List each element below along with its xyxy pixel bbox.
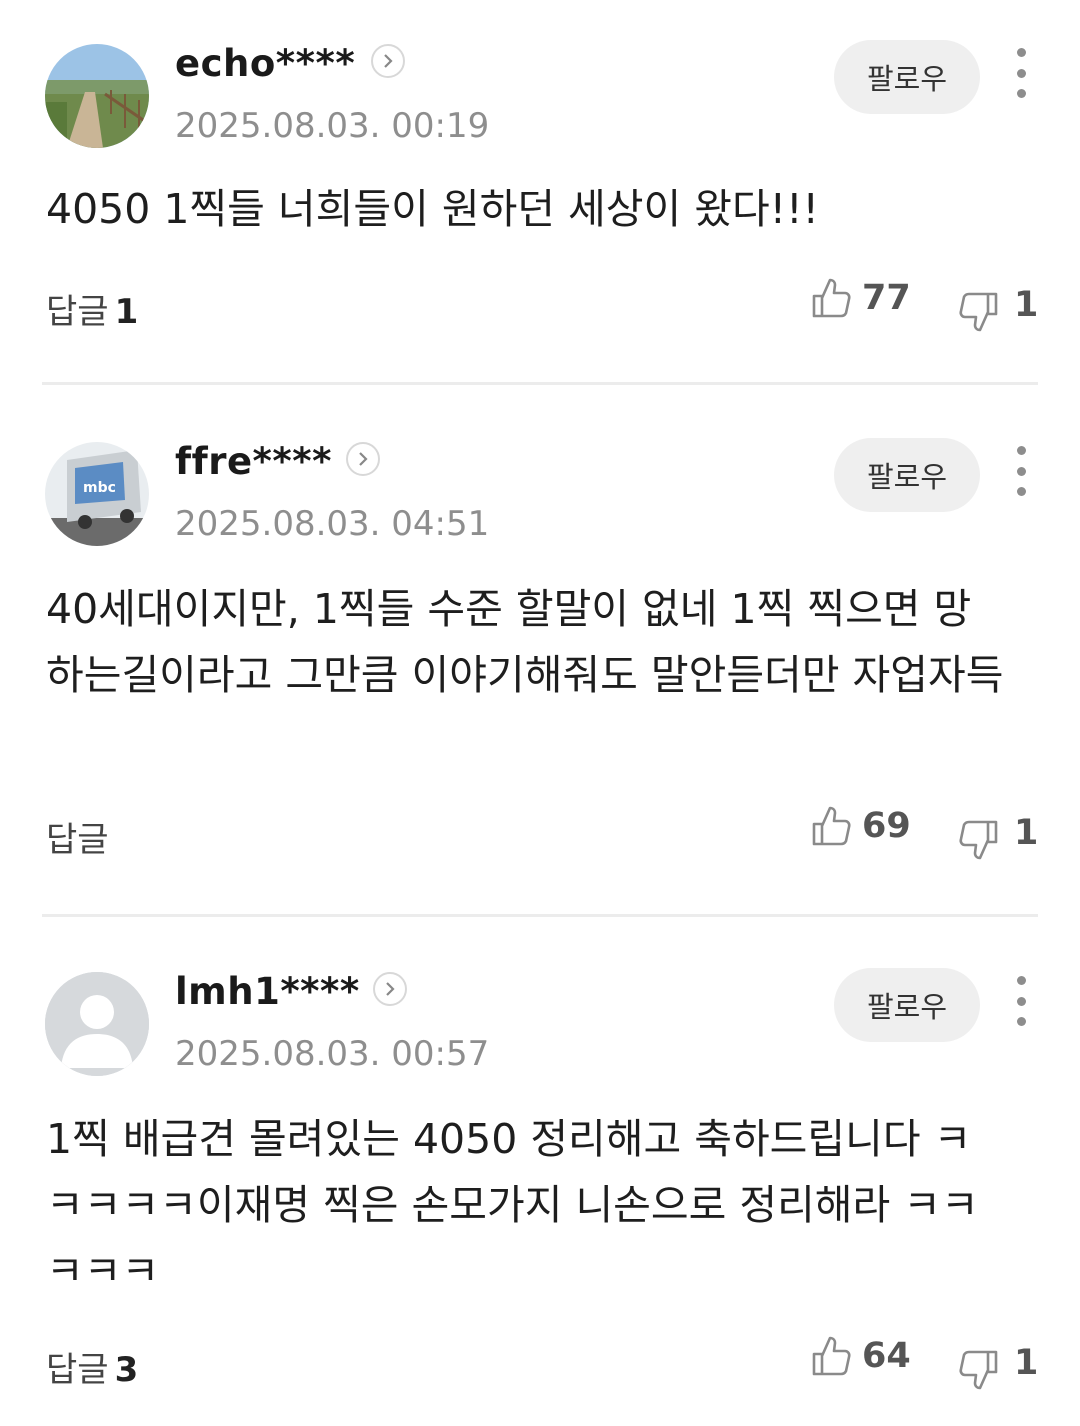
dislike-button[interactable]: 1 <box>958 804 1038 862</box>
reply-count: 1 <box>114 292 139 332</box>
username[interactable]: ffre**** <box>175 440 332 483</box>
default-profile-icon <box>45 972 149 1076</box>
comment-text: 4050 1찍들 너희들이 원하던 세상이 왔다!!! <box>46 185 819 233</box>
like-count: 69 <box>862 806 911 846</box>
comment-item: echo**** 2025.08.03. 00:19 팔로우 4050 1찍들 … <box>0 0 1080 398</box>
like-count: 77 <box>862 278 911 318</box>
follow-button[interactable]: 팔로우 <box>834 438 980 512</box>
thumbs-up-icon <box>812 1336 851 1376</box>
thumbs-up-icon <box>812 806 851 846</box>
thumbs-down-icon <box>959 820 998 860</box>
chevron-right-icon[interactable] <box>371 44 405 78</box>
follow-button[interactable]: 팔로우 <box>834 968 980 1042</box>
like-count: 64 <box>862 1336 911 1376</box>
comment-item: mbc ffre**** 2025.08.03. 04:51 팔로우 40세대이… <box>0 398 1080 928</box>
dislike-count: 1 <box>1014 285 1039 325</box>
reply-button[interactable]: 답글 <box>46 812 115 861</box>
dislike-button[interactable]: 1 <box>958 276 1038 334</box>
more-options-icon[interactable] <box>1006 446 1036 496</box>
username[interactable]: echo**** <box>175 42 355 85</box>
divider <box>42 382 1038 385</box>
comment-date: 2025.08.03. 00:57 <box>175 1034 490 1074</box>
reply-label: 답글 <box>46 820 109 860</box>
landscape-avatar-image <box>45 44 149 148</box>
username[interactable]: lmh1**** <box>175 970 360 1013</box>
chevron-right-icon[interactable] <box>373 972 407 1006</box>
more-options-icon[interactable] <box>1006 48 1036 98</box>
thumbs-up-icon <box>812 278 851 318</box>
dislike-count: 1 <box>1014 813 1039 853</box>
thumbs-down-icon <box>959 1350 998 1390</box>
reply-label: 답글 <box>46 292 109 332</box>
dislike-count: 1 <box>1014 1343 1039 1383</box>
thumbs-down-icon <box>959 292 998 332</box>
avatar[interactable] <box>45 972 149 1076</box>
like-button[interactable]: 69 <box>810 804 911 848</box>
dislike-button[interactable]: 1 <box>958 1334 1038 1392</box>
avatar[interactable]: mbc <box>45 442 149 546</box>
more-options-icon[interactable] <box>1006 976 1036 1026</box>
divider <box>42 914 1038 917</box>
reply-count: 3 <box>114 1350 139 1390</box>
like-button[interactable]: 64 <box>810 1334 911 1378</box>
comment-date: 2025.08.03. 00:19 <box>175 106 490 146</box>
comment-date: 2025.08.03. 04:51 <box>175 504 490 544</box>
reply-button[interactable]: 답글 3 <box>46 1342 138 1391</box>
comment-text: 40세대이지만, 1찍들 수준 할말이 없네 1찍 찍으면 망하는길이라고 그만… <box>46 585 1004 699</box>
svg-text:mbc: mbc <box>83 480 116 496</box>
reply-label: 답글 <box>46 1350 109 1390</box>
comment-item: lmh1**** 2025.08.03. 00:57 팔로우 1찍 배급견 몰려… <box>0 928 1080 1426</box>
chevron-right-icon[interactable] <box>346 442 380 476</box>
avatar[interactable] <box>45 44 149 148</box>
follow-button[interactable]: 팔로우 <box>834 40 980 114</box>
reply-button[interactable]: 답글 1 <box>46 284 138 333</box>
comment-text: 1찍 배급견 몰려있는 4050 정리해고 축하드립니다 ㅋㅋㅋㅋㅋ이재명 찍은… <box>46 1115 979 1295</box>
bus-avatar-image: mbc <box>45 442 149 546</box>
like-button[interactable]: 77 <box>810 276 911 320</box>
